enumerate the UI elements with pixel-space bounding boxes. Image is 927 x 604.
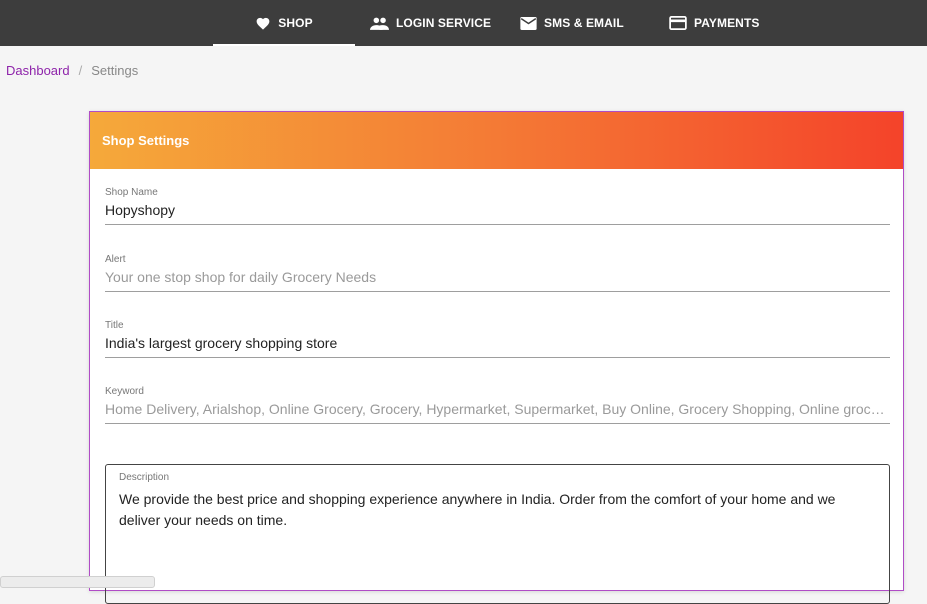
- shop-name-field[interactable]: Shop Name Hopyshopy: [105, 187, 890, 225]
- tab-payments-label: PAYMENTS: [694, 16, 760, 30]
- keyword-input[interactable]: Home Delivery, Arialshop, Online Grocery…: [105, 401, 890, 423]
- tab-shop[interactable]: SHOP: [213, 0, 355, 46]
- tab-shop-label: SHOP: [278, 16, 313, 30]
- breadcrumb-current: Settings: [91, 63, 139, 78]
- shop-name-input[interactable]: Hopyshopy: [105, 202, 890, 224]
- title-field[interactable]: Title India's largest grocery shopping s…: [105, 320, 890, 358]
- heart-icon: [255, 16, 271, 30]
- breadcrumb-dashboard-link[interactable]: Dashboard: [6, 63, 70, 78]
- horizontal-scrollbar[interactable]: [0, 576, 155, 588]
- tab-sms-email[interactable]: SMS & EMAIL: [520, 0, 624, 46]
- card-header: Shop Settings: [90, 112, 903, 169]
- tab-payments[interactable]: PAYMENTS: [669, 0, 759, 46]
- breadcrumb: Dashboard / Settings: [6, 63, 138, 78]
- shop-settings-card: Shop Settings Shop Name Hopyshopy Alert …: [89, 111, 904, 604]
- breadcrumb-separator: /: [78, 63, 83, 78]
- alert-label: Alert: [105, 254, 126, 265]
- alert-field[interactable]: Alert Your one stop shop for daily Groce…: [105, 254, 890, 292]
- title-label: Title: [105, 320, 124, 331]
- people-icon: [370, 17, 389, 30]
- tab-sms-email-label: SMS & EMAIL: [544, 16, 624, 30]
- top-nav: SHOP LOGIN SERVICE SMS & EMAIL PAYMENTS: [0, 0, 927, 46]
- keyword-field[interactable]: Keyword Home Delivery, Arialshop, Online…: [105, 386, 890, 424]
- mail-icon: [520, 16, 537, 30]
- shop-name-label: Shop Name: [105, 187, 158, 198]
- credit-card-icon: [669, 16, 687, 30]
- keyword-label: Keyword: [105, 386, 144, 397]
- description-text[interactable]: We provide the best price and shopping e…: [119, 489, 876, 531]
- tab-login-service-label: LOGIN SERVICE: [396, 16, 492, 30]
- title-input[interactable]: India's largest grocery shopping store: [105, 335, 890, 357]
- description-textarea[interactable]: Description We provide the best price an…: [105, 464, 890, 604]
- description-label: Description: [119, 472, 170, 483]
- alert-input[interactable]: Your one stop shop for daily Grocery Nee…: [105, 269, 890, 291]
- tab-login-service[interactable]: LOGIN SERVICE: [370, 0, 491, 46]
- card-title: Shop Settings: [102, 133, 190, 148]
